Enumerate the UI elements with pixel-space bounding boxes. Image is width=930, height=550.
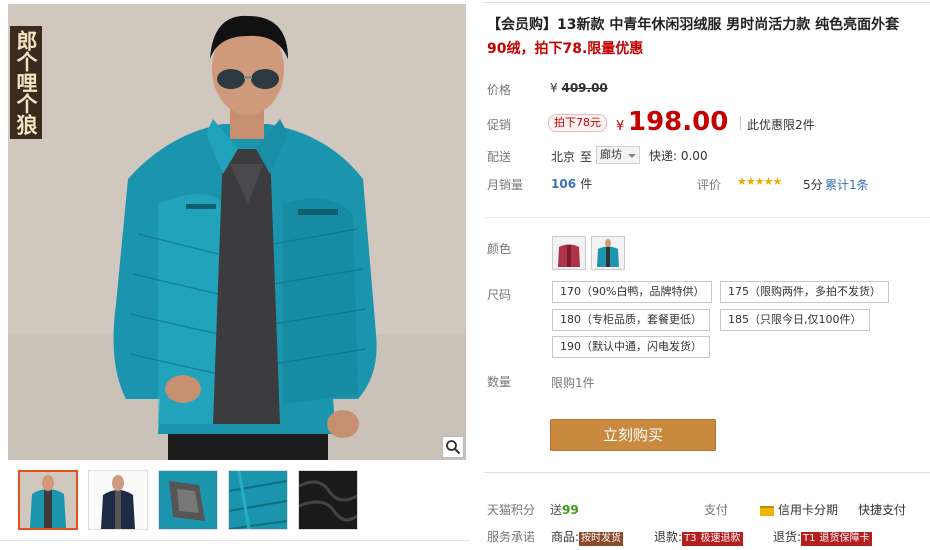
- model-photo: [8, 4, 466, 460]
- promo-badge: 拍下78元: [548, 114, 607, 132]
- monthly-sales: 106 件: [551, 175, 592, 192]
- shipping-label: 配送: [487, 150, 512, 164]
- thumbnail-1[interactable]: [18, 470, 78, 530]
- thumbnail-3[interactable]: [158, 470, 218, 530]
- size-option-175[interactable]: 175（限购两件，多拍不发货）: [720, 281, 889, 303]
- chevron-down-icon: [628, 154, 636, 158]
- quantity-limit: 限购1件: [551, 376, 595, 390]
- service-refund: 退款: T3 极速退款: [654, 528, 743, 546]
- service-return-num: T1: [801, 532, 818, 546]
- brand-tag: 郎个哩个狼: [10, 26, 42, 139]
- points-label: 天猫积分: [487, 503, 536, 517]
- product-subtitle: 90绒，拍下78.限量优惠: [487, 41, 644, 57]
- size-option-170[interactable]: 170（90%白鸭，品牌特供）: [552, 281, 713, 303]
- service-goods-tag[interactable]: 按时发货: [579, 532, 624, 546]
- promo-label: 促销: [487, 118, 512, 132]
- promo-limit: 此优惠限2件: [747, 118, 815, 132]
- section-divider: [484, 217, 930, 218]
- service-goods: 商品: 按时发货: [551, 528, 624, 546]
- shipping-express: 快递: 0.00: [649, 149, 708, 163]
- rating-label: 评价: [697, 178, 722, 192]
- rating-score: 5分: [803, 178, 823, 192]
- shipping-to-word: 至: [580, 150, 593, 164]
- teal-jacket-icon: [592, 237, 624, 269]
- product-gallery: 郎个哩个狼: [8, 4, 466, 530]
- monthly-sales-unit: 件: [580, 177, 593, 191]
- red-jacket-icon: [553, 237, 585, 269]
- service-label: 服务承诺: [487, 530, 536, 544]
- color-swatch-red[interactable]: [552, 236, 586, 270]
- thumbnail-collar-detail-image: [159, 471, 217, 529]
- monthly-sales-count: 106: [551, 177, 577, 191]
- service-goods-label: 商品:: [551, 530, 580, 544]
- price-label: 价格: [487, 83, 512, 97]
- gallery-divider: [0, 540, 470, 541]
- size-label: 尺码: [487, 288, 512, 302]
- service-refund-tag[interactable]: 极速退款: [698, 532, 743, 546]
- thumbnail-lining-detail-image: [299, 471, 357, 529]
- original-price-value: 409.00: [561, 81, 608, 95]
- shipping-destination-select[interactable]: 廊坊: [596, 146, 640, 164]
- thumbnail-2[interactable]: [88, 470, 148, 530]
- original-price: ¥ 409.00: [550, 81, 608, 95]
- color-label: 颜色: [487, 242, 512, 256]
- info-top-border: [484, 2, 930, 3]
- magnifier-icon: [446, 440, 461, 455]
- thumbnail-5[interactable]: [298, 470, 358, 530]
- sales-label: 月销量: [487, 178, 524, 192]
- services-divider: [484, 472, 930, 473]
- product-title: 【会员购】13新款 中青年休闲羽绒服 男时尚活力款 纯色亮面外套: [487, 17, 900, 33]
- shipping-destination-value: 廊坊: [600, 148, 622, 161]
- thumbnail-fabric-detail-image: [229, 471, 287, 529]
- rating-total-link[interactable]: 累计1条: [825, 176, 869, 193]
- service-return-tag[interactable]: 退货保障卡: [817, 532, 872, 546]
- main-product-image[interactable]: 郎个哩个狼: [8, 4, 466, 460]
- thumbnail-teal-jacket-image: [20, 472, 76, 528]
- points-value: 99: [562, 503, 579, 517]
- quick-pay[interactable]: 快捷支付: [858, 501, 906, 518]
- size-option-180[interactable]: 180（专柜品质，套餐更低）: [552, 309, 710, 331]
- payment-label: 支付: [704, 503, 729, 517]
- promo-separator: [740, 116, 741, 130]
- original-price-currency: ¥: [550, 81, 558, 95]
- rating-stars: ★★★★★: [737, 175, 782, 188]
- credit-card-icon: [760, 505, 774, 516]
- quantity-label: 数量: [487, 375, 512, 389]
- thumbnail-navy-jacket-image: [89, 471, 147, 529]
- thumbnail-4[interactable]: [228, 470, 288, 530]
- service-return-label: 退货:: [773, 530, 802, 544]
- service-refund-label: 退款:: [654, 530, 683, 544]
- thumbnail-strip: [8, 470, 466, 530]
- service-return: 退货: T1 退货保障卡: [773, 528, 872, 546]
- zoom-button[interactable]: [442, 436, 464, 458]
- size-option-185[interactable]: 185（只限今日,仅100件）: [720, 309, 870, 331]
- service-refund-num: T3: [682, 532, 699, 546]
- points-send-word: 送: [550, 503, 563, 517]
- size-option-190[interactable]: 190（默认中通，闪电发货）: [552, 336, 710, 358]
- brand-tag-text: 郎个哩个狼: [14, 30, 39, 135]
- points-send: 送99: [550, 501, 579, 518]
- shipping-from: 北京: [551, 150, 576, 164]
- buy-now-button[interactable]: 立刻购买: [550, 419, 716, 451]
- color-swatch-teal[interactable]: [591, 236, 625, 270]
- promo-currency: ¥: [616, 119, 625, 134]
- credit-installment[interactable]: 信用卡分期: [760, 501, 838, 518]
- credit-installment-label: 信用卡分期: [778, 503, 839, 517]
- promo-price: 198.00: [628, 107, 729, 137]
